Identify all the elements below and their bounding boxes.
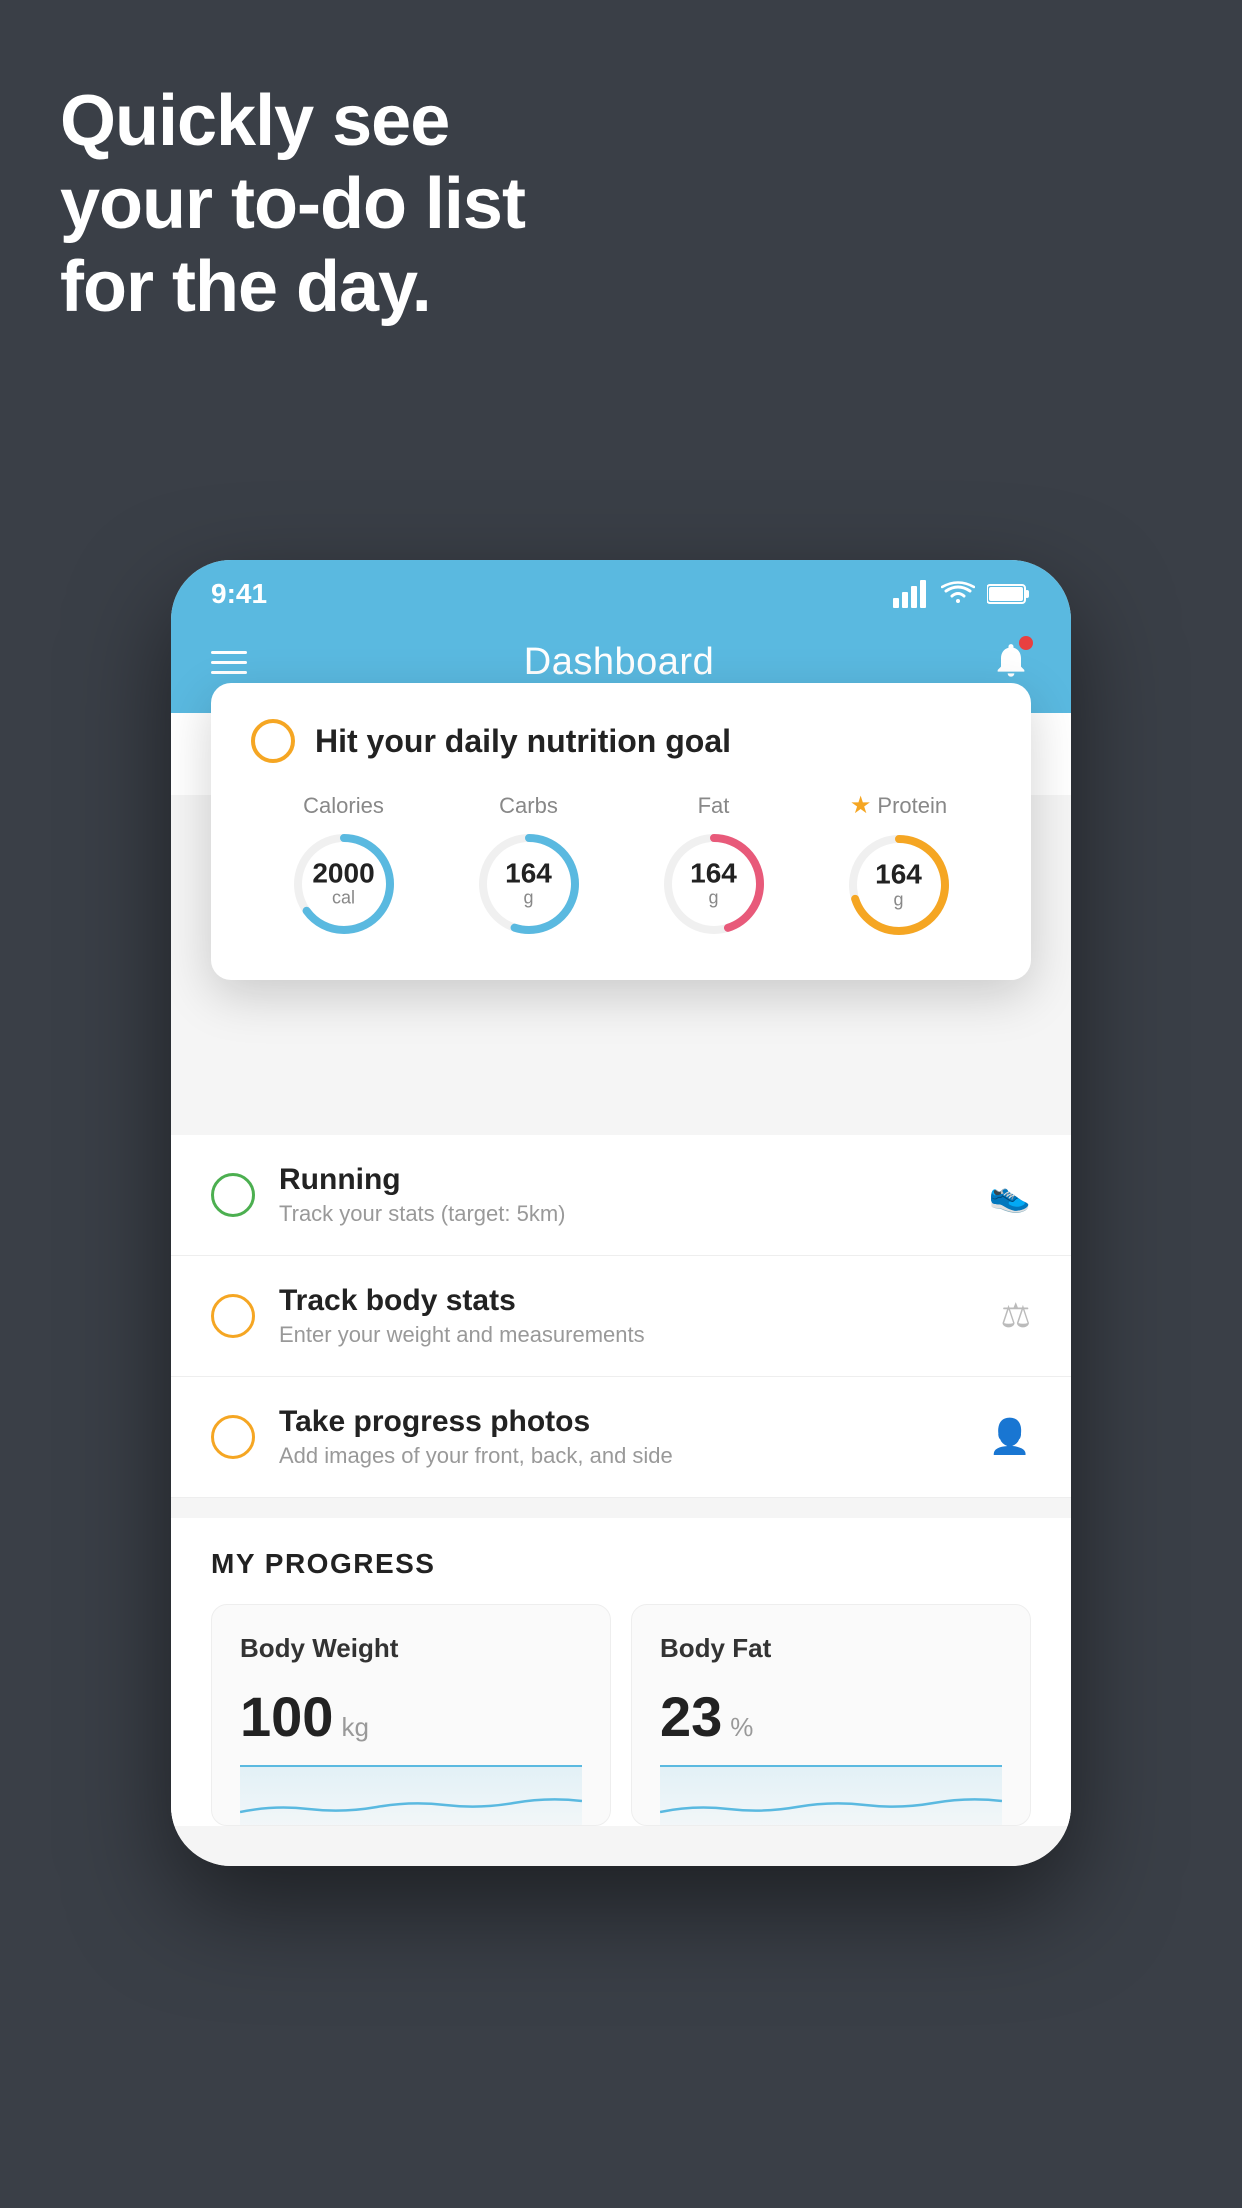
progress-cards: Body Weight 100 kg Body Fat 23 % — [211, 1604, 1031, 1826]
donut-value: 2000 — [312, 858, 374, 889]
my-progress-section: MY PROGRESS Body Weight 100 kg Body Fat … — [171, 1518, 1071, 1826]
donut-unit: g — [505, 889, 552, 909]
hero-line1: Quickly see — [60, 80, 525, 163]
progress-unit: kg — [341, 1712, 368, 1743]
hamburger-menu-button[interactable] — [211, 651, 247, 674]
nutrition-card-header: Hit your daily nutrition goal — [251, 719, 991, 763]
donut-chart-carbs: 164 g — [474, 829, 584, 939]
todo-circle — [211, 1294, 255, 1338]
todo-icon: 👤 — [989, 1417, 1031, 1457]
hero-line3: for the day. — [60, 246, 525, 329]
nutrition-stat-carbs: Carbs 164 g — [474, 793, 584, 939]
todo-icon: ⚖ — [1001, 1296, 1031, 1336]
nutrition-stats: Calories 2000 cal Carbs 164 g Fat 164 g … — [251, 791, 991, 940]
todo-icon: 👟 — [989, 1175, 1031, 1215]
hero-line2: your to-do list — [60, 163, 525, 246]
todo-item[interactable]: Running Track your stats (target: 5km) 👟 — [171, 1135, 1071, 1256]
nutrition-check-circle[interactable] — [251, 719, 295, 763]
notification-button[interactable] — [991, 640, 1031, 685]
progress-number: 23 — [660, 1684, 722, 1749]
progress-heading: MY PROGRESS — [211, 1548, 1031, 1580]
donut-unit: cal — [312, 889, 374, 909]
progress-card-title: Body Weight — [240, 1633, 582, 1664]
todo-list: Running Track your stats (target: 5km) 👟… — [171, 1135, 1071, 1498]
stat-label-carbs: Carbs — [499, 793, 558, 819]
todo-text: Take progress photos Add images of your … — [279, 1405, 673, 1469]
donut-value: 164 — [505, 858, 552, 889]
todo-subtitle: Track your stats (target: 5km) — [279, 1201, 565, 1227]
todo-title: Track body stats — [279, 1284, 645, 1318]
todo-text: Running Track your stats (target: 5km) — [279, 1163, 565, 1227]
progress-unit: % — [730, 1712, 753, 1743]
todo-circle — [211, 1415, 255, 1459]
signal-icon — [893, 580, 929, 608]
phone-mockup: 9:41 — [171, 560, 1071, 1866]
todo-subtitle: Enter your weight and measurements — [279, 1322, 645, 1348]
progress-value: 23 % — [660, 1684, 1002, 1749]
wifi-icon — [941, 581, 975, 607]
donut-unit: g — [690, 889, 737, 909]
nutrition-card-title: Hit your daily nutrition goal — [315, 723, 731, 760]
progress-value: 100 kg — [240, 1684, 582, 1749]
todo-title: Take progress photos — [279, 1405, 673, 1439]
progress-card[interactable]: Body Weight 100 kg — [211, 1604, 611, 1826]
todo-item[interactable]: Track body stats Enter your weight and m… — [171, 1256, 1071, 1377]
nav-title: Dashboard — [524, 641, 714, 684]
donut-chart-fat: 164 g — [659, 829, 769, 939]
battery-icon — [987, 583, 1031, 605]
status-bar: 9:41 — [171, 560, 1071, 620]
stat-label-protein: ★Protein — [850, 791, 947, 820]
notification-dot — [1019, 636, 1033, 650]
nutrition-stat-calories: Calories 2000 cal — [289, 793, 399, 939]
progress-chart — [240, 1765, 582, 1825]
stat-label-fat: Fat — [698, 793, 730, 819]
nutrition-card: Hit your daily nutrition goal Calories 2… — [211, 683, 1031, 980]
content-area: THINGS TO DO TODAY Hit your daily nutrit… — [171, 713, 1071, 1866]
progress-card[interactable]: Body Fat 23 % — [631, 1604, 1031, 1826]
status-icons — [893, 580, 1031, 608]
nutrition-stat-protein: ★Protein 164 g — [844, 791, 954, 940]
todo-title: Running — [279, 1163, 565, 1197]
donut-chart-protein: 164 g — [844, 830, 954, 940]
progress-chart — [660, 1765, 1002, 1825]
progress-number: 100 — [240, 1684, 333, 1749]
progress-card-title: Body Fat — [660, 1633, 1002, 1664]
donut-value: 164 — [875, 860, 922, 891]
time: 9:41 — [211, 578, 267, 610]
stat-label-calories: Calories — [303, 793, 384, 819]
todo-text: Track body stats Enter your weight and m… — [279, 1284, 645, 1348]
hero-text: Quickly see your to-do list for the day. — [60, 80, 525, 328]
donut-value: 164 — [690, 858, 737, 889]
todo-circle — [211, 1173, 255, 1217]
nutrition-stat-fat: Fat 164 g — [659, 793, 769, 939]
todo-subtitle: Add images of your front, back, and side — [279, 1443, 673, 1469]
donut-unit: g — [875, 891, 922, 911]
star-icon: ★ — [850, 791, 872, 820]
todo-item[interactable]: Take progress photos Add images of your … — [171, 1377, 1071, 1498]
donut-chart-calories: 2000 cal — [289, 829, 399, 939]
